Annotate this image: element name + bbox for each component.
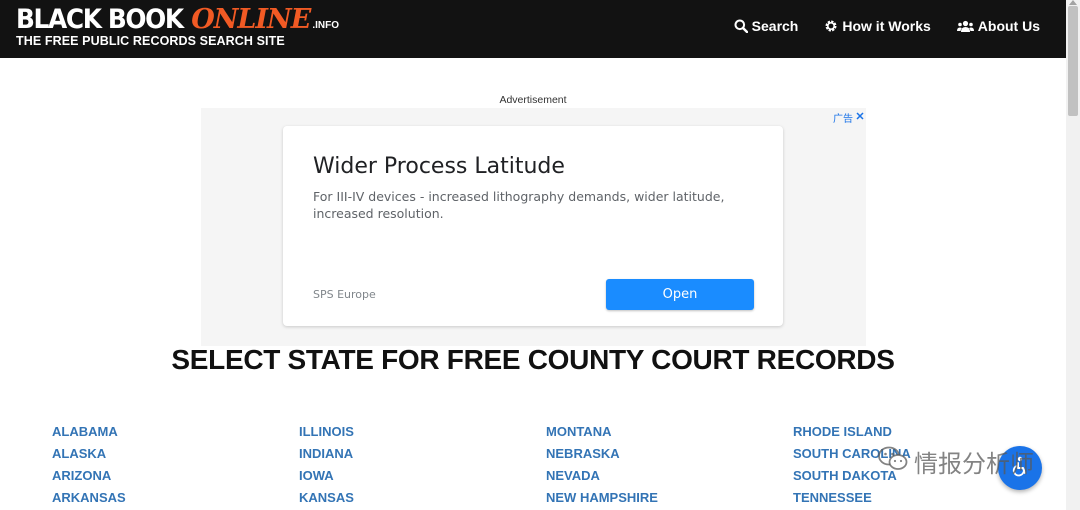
state-link-alabama[interactable]: ALABAMA	[52, 421, 126, 443]
ad-headline[interactable]: Wider Process Latitude	[313, 154, 565, 179]
state-link-iowa[interactable]: IOWA	[299, 465, 354, 487]
state-link-alaska[interactable]: ALASKA	[52, 443, 126, 465]
advertisement-box: 广告 Wider Process Latitude For III-IV dev…	[201, 108, 866, 346]
ad-card[interactable]: Wider Process Latitude For III-IV device…	[283, 126, 783, 326]
site-header: BLACK BOOK ONLINE .INFO THE FREE PUBLIC …	[0, 0, 1066, 58]
ad-choices-badge[interactable]: 广告	[833, 110, 864, 125]
site-logo[interactable]: BLACK BOOK ONLINE .INFO THE FREE PUBLIC …	[16, 6, 339, 48]
state-link-kansas[interactable]: KANSAS	[299, 487, 354, 509]
state-link-new-hampshire[interactable]: NEW HAMPSHIRE	[546, 487, 658, 509]
logo-online-text: ONLINE	[191, 4, 311, 35]
state-link-tennessee[interactable]: TENNESSEE	[793, 487, 911, 509]
main-nav: Search How it Works About Us	[734, 18, 1040, 34]
page-title: SELECT STATE FOR FREE COUNTY COURT RECOR…	[171, 344, 895, 375]
state-link-indiana[interactable]: INDIANA	[299, 443, 354, 465]
nav-search-label: Search	[751, 18, 799, 34]
state-link-nevada[interactable]: NEVADA	[546, 465, 658, 487]
logo-info-text: .INFO	[312, 20, 339, 31]
ad-badge-label: 广告	[833, 114, 853, 125]
scrollbar-thumb[interactable]	[1068, 6, 1078, 116]
state-link-rhode-island[interactable]: RHODE ISLAND	[793, 421, 911, 443]
watermark-text: 情报分析师	[914, 450, 1034, 478]
scroll-up-arrow-icon[interactable]	[1069, 0, 1077, 5]
search-icon	[734, 19, 748, 33]
logo-black-text: BLACK BOOK	[16, 4, 184, 35]
state-link-nebraska[interactable]: NEBRASKA	[546, 443, 658, 465]
watermark: 情报分析师	[878, 444, 1034, 479]
state-link-montana[interactable]: MONTANA	[546, 421, 658, 443]
nav-about-us-label: About Us	[977, 18, 1040, 34]
state-column-2: ILLINOIS INDIANA IOWA KANSAS	[299, 421, 354, 509]
state-column-3: MONTANA NEBRASKA NEVADA NEW HAMPSHIRE	[546, 421, 658, 509]
nav-how-it-works-label: How it Works	[842, 18, 931, 34]
ad-open-button[interactable]: Open	[606, 279, 754, 310]
nav-search[interactable]: Search	[734, 18, 799, 34]
users-icon	[956, 20, 974, 33]
nav-how-it-works[interactable]: How it Works	[824, 18, 931, 34]
advertisement-label: Advertisement	[499, 94, 567, 106]
gear-icon	[824, 19, 838, 33]
wechat-icon	[878, 446, 908, 478]
nav-about-us[interactable]: About Us	[956, 18, 1040, 34]
state-link-arkansas[interactable]: ARKANSAS	[52, 487, 126, 509]
site-tagline: THE FREE PUBLIC RECORDS SEARCH SITE	[16, 34, 285, 48]
state-link-arizona[interactable]: ARIZONA	[52, 465, 126, 487]
close-icon[interactable]	[856, 112, 864, 123]
state-link-illinois[interactable]: ILLINOIS	[299, 421, 354, 443]
ad-description: For III-IV devices - increased lithograp…	[313, 189, 725, 221]
ad-advertiser: SPS Europe	[313, 288, 376, 301]
page-scrollbar[interactable]	[1066, 0, 1080, 510]
state-column-1: ALABAMA ALASKA ARIZONA ARKANSAS	[52, 421, 126, 509]
